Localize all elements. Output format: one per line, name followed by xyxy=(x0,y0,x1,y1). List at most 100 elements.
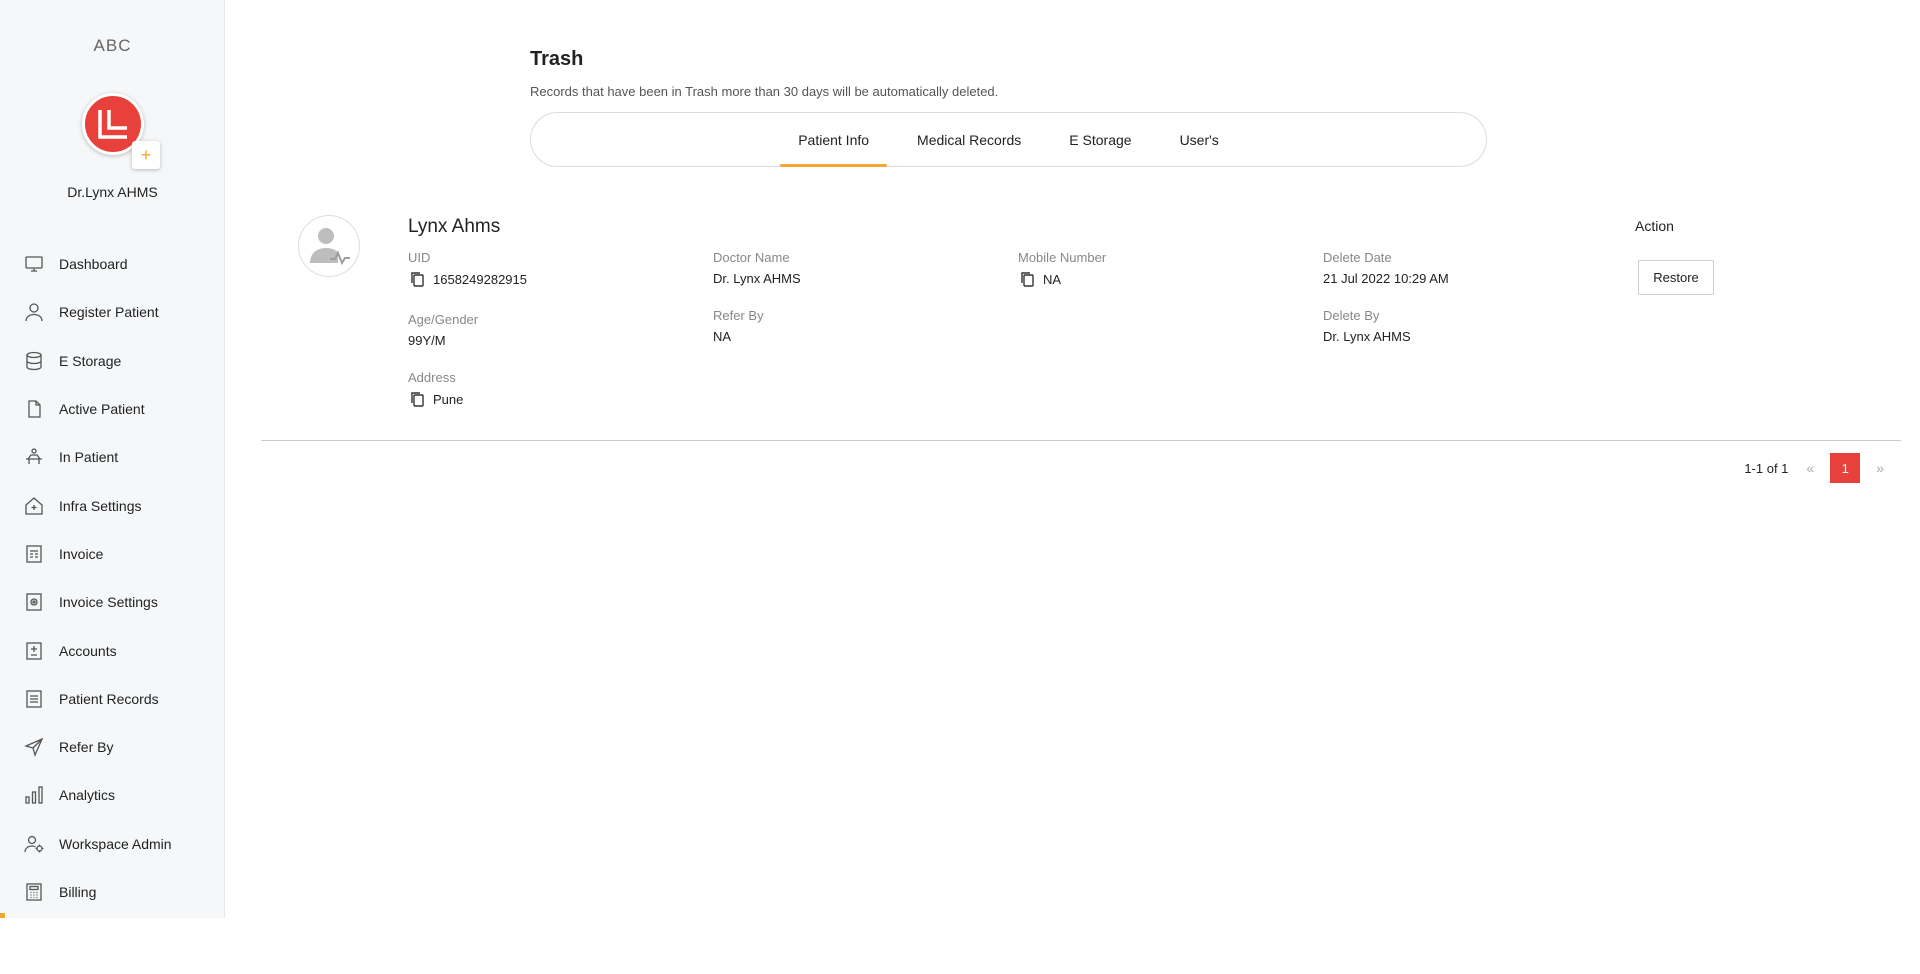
page-title: Trash xyxy=(530,48,584,70)
delete-date-field: Delete Date 21 Jul 2022 10:29 AM xyxy=(1323,250,1449,286)
list-icon xyxy=(26,690,42,708)
age-label: Age/Gender xyxy=(408,312,479,327)
profile-avatar-wrap: + xyxy=(82,93,160,169)
add-photo-button[interactable]: + xyxy=(132,141,160,169)
delete-date-value: 21 Jul 2022 10:29 AM xyxy=(1323,271,1449,286)
invoice-settings-icon xyxy=(26,593,42,611)
sidebar-item-label: Workspace Admin xyxy=(59,835,172,852)
sidebar-item-analytics[interactable]: Analytics xyxy=(0,771,225,819)
page-subtitle: Records that have been in Trash more tha… xyxy=(530,84,999,99)
send-icon xyxy=(24,737,44,758)
calculator-icon xyxy=(26,883,42,901)
pagination: 1-1 of 1 « 1 » xyxy=(1744,453,1892,483)
age-value: 99Y/M xyxy=(408,333,446,348)
pagination-range: 1-1 of 1 xyxy=(1744,460,1789,476)
delete-by-label: Delete By xyxy=(1323,308,1380,323)
copy-icon[interactable] xyxy=(410,271,425,287)
prev-page-button[interactable]: « xyxy=(1798,460,1822,476)
sidebar-item-workspace-admin[interactable]: Workspace Admin xyxy=(0,820,225,868)
patient-placeholder-icon xyxy=(310,228,350,266)
sidebar-item-e-storage[interactable]: E Storage xyxy=(0,337,225,385)
sidebar-item-label: Active Patient xyxy=(59,401,145,418)
user-icon xyxy=(25,303,43,322)
mobile-field: Mobile Number NA xyxy=(1018,250,1106,287)
copy-icon[interactable] xyxy=(1020,271,1035,287)
sidebar-item-billing[interactable]: Billing xyxy=(0,868,225,916)
refer-field: Refer By NA xyxy=(713,308,764,344)
sidebar-nav: Dashboard Register Patient E Storage Act… xyxy=(0,240,225,916)
sidebar: ABC + Dr.Lynx AHMS Dashboard Register Pa… xyxy=(0,0,225,918)
org-name: ABC xyxy=(93,36,132,55)
sidebar-item-label: In Patient xyxy=(59,449,119,466)
tab-patient-info[interactable]: Patient Info xyxy=(780,113,887,167)
delete-by-value: Dr. Lynx AHMS xyxy=(1323,329,1411,344)
uid-value-row: 1658249282915 xyxy=(408,271,527,287)
sidebar-item-label: Invoice xyxy=(59,545,104,562)
sidebar-item-patient-records[interactable]: Patient Records xyxy=(0,675,225,723)
sidebar-item-infra-settings[interactable]: Infra Settings xyxy=(0,481,225,529)
sidebar-item-label: E Storage xyxy=(59,352,122,369)
address-value: Pune xyxy=(433,391,464,407)
mobile-value: NA xyxy=(1043,271,1062,287)
sidebar-item-in-patient[interactable]: In Patient xyxy=(0,433,225,481)
doctor-value: Dr. Lynx AHMS xyxy=(713,271,801,286)
refer-label: Refer By xyxy=(713,308,764,323)
address-label: Address xyxy=(408,370,456,385)
sidebar-item-label: Infra Settings xyxy=(59,497,142,514)
uid-label: UID xyxy=(408,250,431,265)
delete-by-field: Delete By Dr. Lynx AHMS xyxy=(1323,308,1411,344)
home-plus-icon xyxy=(25,496,43,515)
sidebar-item-label: Accounts xyxy=(59,642,117,659)
patient-name: Lynx Ahms xyxy=(408,216,501,237)
mobile-label: Mobile Number xyxy=(1018,250,1107,265)
delete-date-label: Delete Date xyxy=(1323,250,1392,265)
invoice-icon xyxy=(26,545,42,563)
sidebar-item-label: Dashboard xyxy=(59,256,128,273)
address-value-row: Pune xyxy=(408,391,463,407)
sidebar-item-label: Refer By xyxy=(59,739,114,756)
nav-indicator xyxy=(0,913,5,918)
copy-icon[interactable] xyxy=(410,391,425,407)
restore-button[interactable]: Restore xyxy=(1638,260,1714,295)
file-icon xyxy=(28,400,41,418)
patient-avatar xyxy=(298,215,360,277)
mobile-value-row: NA xyxy=(1018,271,1106,287)
sidebar-item-register-patient[interactable]: Register Patient xyxy=(0,288,225,336)
main-content: Trash Records that have been in Trash mo… xyxy=(225,0,1920,974)
address-field: Address Pune xyxy=(408,370,463,407)
monitor-icon xyxy=(25,256,43,272)
sidebar-item-label: Invoice Settings xyxy=(59,594,158,611)
tab-bar: Patient Info Medical Records E Storage U… xyxy=(530,112,1487,167)
sidebar-item-dashboard[interactable]: Dashboard xyxy=(0,240,225,288)
tab-medical-records[interactable]: Medical Records xyxy=(899,113,1039,166)
bar-chart-icon xyxy=(25,786,43,805)
action-header: Action xyxy=(1635,218,1674,234)
database-icon xyxy=(26,351,42,370)
admin-icon xyxy=(24,835,44,853)
sidebar-item-accounts[interactable]: Accounts xyxy=(0,626,225,674)
user-name: Dr.Lynx AHMS xyxy=(67,184,158,200)
uid-field: UID 1658249282915 xyxy=(408,250,527,287)
logo-icon xyxy=(98,110,127,139)
accounts-icon xyxy=(26,641,42,660)
divider xyxy=(261,440,1901,441)
trash-record: Lynx Ahms UID 1658249282915 Age/Gender 9… xyxy=(273,210,1913,440)
sidebar-item-invoice[interactable]: Invoice xyxy=(0,530,225,578)
page-1-button[interactable]: 1 xyxy=(1830,453,1861,483)
tab-e-storage[interactable]: E Storage xyxy=(1051,113,1149,166)
sidebar-item-active-patient[interactable]: Active Patient xyxy=(0,385,225,433)
doctor-field: Doctor Name Dr. Lynx AHMS xyxy=(713,250,801,286)
sidebar-item-label: Analytics xyxy=(59,787,116,804)
sidebar-item-label: Billing xyxy=(59,884,97,900)
sidebar-item-invoice-settings[interactable]: Invoice Settings xyxy=(0,578,225,626)
refer-value: NA xyxy=(713,329,732,344)
age-field: Age/Gender 99Y/M xyxy=(408,312,478,348)
uid-value: 1658249282915 xyxy=(433,271,527,287)
doctor-label: Doctor Name xyxy=(713,250,790,265)
sidebar-item-label: Register Patient xyxy=(59,304,159,321)
sidebar-item-refer-by[interactable]: Refer By xyxy=(0,723,225,771)
sidebar-item-label: Patient Records xyxy=(59,690,159,707)
bed-icon xyxy=(26,448,42,465)
next-page-button[interactable]: » xyxy=(1868,460,1892,476)
tab-users[interactable]: User's xyxy=(1162,113,1237,166)
